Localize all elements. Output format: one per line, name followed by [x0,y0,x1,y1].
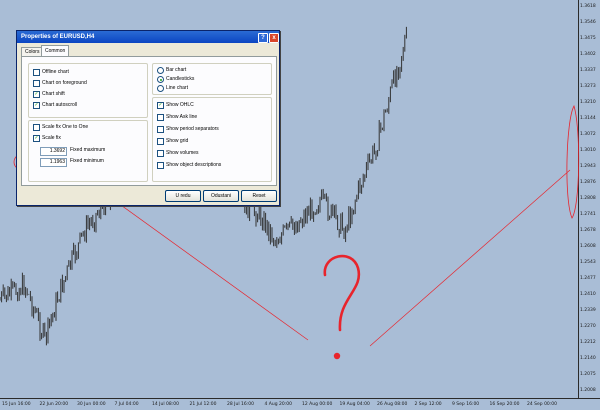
reset-button[interactable]: Reset [241,190,277,202]
option-label: Show Ask line [166,114,198,120]
time-label: 4 Aug 20:00 [264,402,292,407]
time-label: 28 Jul 16:00 [227,402,254,407]
option-label: Scale fix One to One [42,124,89,130]
price-label: 1.2008 [580,388,596,393]
radio-button[interactable] [157,67,164,74]
checkbox-empty-icon[interactable] [157,150,164,157]
price-label: 1.3618 [580,4,596,9]
option-label: Chart autoscroll [42,102,78,108]
time-label: 14 Jul 08:00 [152,402,179,407]
option-label: Line chart [166,85,188,91]
time-label: 19 Aug 04:00 [339,402,370,407]
price-label: 1.3337 [580,68,596,73]
option-label: Show volumes [166,150,199,156]
time-label: 21 Jul 12:00 [189,402,217,407]
chart-properties-dialog: Properties of EURUSD,H4 ? x Colors Commo… [16,30,280,206]
checkbox-empty-icon[interactable] [157,126,164,133]
price-label: 1.2477 [580,276,596,281]
time-label: 26 Aug 08:00 [377,402,408,407]
time-label: 24 Sep 00:00 [527,402,558,407]
close-button[interactable]: x [269,33,279,43]
price-label: 1.2608 [580,244,596,249]
price-label: 1.2212 [580,340,596,345]
price-label: 1.3210 [580,100,596,105]
price-label: 1.2140 [580,356,596,361]
price-label: 1.3273 [580,84,596,89]
price-label: 1.3546 [580,20,596,25]
tab-panel-common: Offline chart Chart on foreground ✓ Chart s… [21,56,277,186]
time-label: 16 Sep 20:00 [489,402,520,407]
price-label: 1.3402 [580,52,596,57]
price-label: 1.3475 [580,36,596,41]
fixed-maximum-input[interactable]: 1.3692 [40,147,67,156]
time-label: 15 Jun 16:00 [2,402,31,407]
price-label: 1.2339 [580,308,596,313]
option-label: Bar chart [166,67,187,73]
radio-button[interactable] [157,76,164,83]
checkbox-empty-icon[interactable] [33,124,40,131]
option-label: Offline chart [42,69,69,75]
price-label: 1.2876 [580,180,596,185]
checkbox-empty-icon[interactable] [33,80,40,87]
ok-button[interactable]: U redu [165,190,201,202]
price-label: 1.2678 [580,228,596,233]
radio-button[interactable] [157,85,164,92]
price-label: 1.3144 [580,116,596,121]
price-label: 1.3072 [580,132,596,137]
price-label: 1.2741 [580,212,596,217]
dialog-titlebar[interactable]: Properties of EURUSD,H4 ? x [17,31,279,43]
time-label: 9 Sep 16:00 [452,402,480,407]
time-label: 7 Jul 04:00 [114,402,139,407]
option-label: Candlesticks [166,76,195,82]
option-label: Show object descriptions [166,162,222,168]
time-label: 12 Aug 00:00 [302,402,333,407]
checkbox-empty-icon[interactable] [157,114,164,121]
scale-options-group: Scale fix One to One ✓ Scale fix 1.3692 Fi… [28,120,148,182]
option-label: Chart on foreground [42,80,87,86]
general-options-group: Offline chart Chart on foreground ✓ Chart s… [28,63,148,118]
price-label: 1.3010 [580,148,596,153]
checkbox-checked-icon[interactable]: ✓ [157,102,164,109]
price-label: 1.2410 [580,292,596,297]
dialog-title: Properties of EURUSD,H4 [21,34,95,40]
terminal-window: 1.3618 1.3546 1.3475 1.3402 1.3337 1.3273 1.32… [0,0,600,410]
time-label: 30 Jun 00:00 [77,402,106,407]
option-label: Show grid [166,138,189,144]
option-label: Chart shift [42,91,65,97]
time-label: 22 Jun 20:00 [39,402,69,407]
price-label: 1.2075 [580,372,596,377]
checkbox-empty-icon[interactable] [157,138,164,145]
fixed-minimum-label: Fixed minimum [70,158,104,164]
chart-type-group: Bar chart Candlesticks Line chart [152,63,272,95]
time-label: 2 Sep 12:00 [414,402,442,407]
time-axis[interactable]: 15 Jun 16:00 22 Jun 20:00 30 Jun 00:00 7 Ju… [0,398,600,410]
price-scale[interactable]: 1.3618 1.3546 1.3475 1.3402 1.3337 1.3273 1.32… [578,0,600,398]
option-label: Scale fix [42,135,61,141]
price-label: 1.2808 [580,196,596,201]
cancel-button[interactable]: Odustani [203,190,239,202]
fixed-minimum-input[interactable]: 1.1963 [40,158,67,167]
checkbox-checked-icon[interactable]: ✓ [33,91,40,98]
checkbox-checked-icon[interactable]: ✓ [33,135,40,142]
checkbox-empty-icon[interactable] [157,162,164,169]
price-label: 1.2270 [580,324,596,329]
fixed-maximum-label: Fixed maximum [70,147,106,153]
checkbox-checked-icon[interactable]: ✓ [33,102,40,109]
option-label: Show period separators [166,126,219,132]
checkbox-empty-icon[interactable] [33,69,40,76]
price-label: 1.2543 [580,260,596,265]
display-options-group: ✓ Show OHLC Show Ask line Show period separ… [152,97,272,182]
price-label: 1.2943 [580,164,596,169]
option-label: Show OHLC [166,102,194,108]
help-button[interactable]: ? [258,33,268,43]
